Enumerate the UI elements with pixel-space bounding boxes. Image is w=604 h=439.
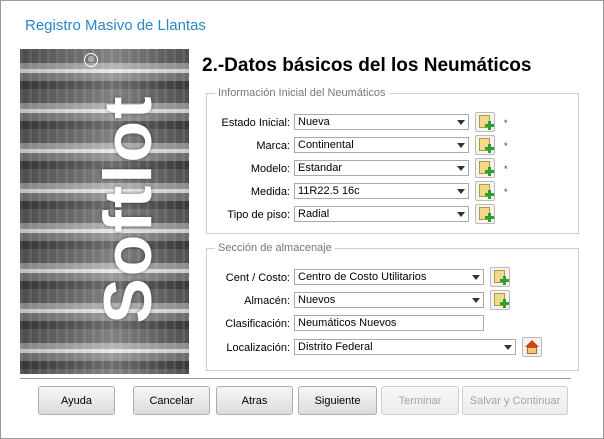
clasificacion-label: Clasificación: (225, 318, 290, 330)
localizacion-select[interactable]: Distrito Federal (294, 339, 516, 355)
estado-inicial-select[interactable]: Nueva (294, 114, 469, 130)
cent-costo-label: Cent / Costo: (225, 272, 290, 284)
registered-mark-icon: ® (84, 53, 98, 67)
window-title: Registro Masivo de Llantas (25, 17, 206, 34)
add-estado-inicial-button[interactable] (475, 112, 495, 132)
next-button[interactable]: Siguiente (298, 386, 377, 415)
add-almacen-button[interactable] (490, 290, 510, 310)
chevron-down-icon (457, 189, 465, 194)
tipo-piso-select[interactable]: Radial (294, 206, 469, 222)
plus-icon (485, 190, 494, 199)
footer-separator (20, 378, 571, 379)
add-tipo-piso-button[interactable] (475, 204, 495, 224)
chevron-down-icon (457, 143, 465, 148)
clasificacion-value: Neumáticos Nuevos (298, 317, 397, 329)
modelo-value: Estandar (298, 162, 343, 174)
cent-costo-value: Centro de Costo Utilitarios (298, 271, 427, 283)
medida-select[interactable]: 11R22.5 16c (294, 183, 469, 199)
almacen-select[interactable]: Nuevos (294, 292, 484, 308)
chevron-down-icon (504, 345, 512, 350)
save-continue-button[interactable]: Salvar y Continuar (462, 386, 568, 415)
cent-costo-select[interactable]: Centro de Costo Utilitarios (294, 269, 484, 285)
add-marca-button[interactable] (475, 135, 495, 155)
plus-icon (500, 276, 509, 285)
storage-legend: Sección de almacenaje (218, 242, 332, 254)
marca-value: Continental (298, 139, 354, 151)
chevron-down-icon (457, 166, 465, 171)
wizard-window: Registro Masivo de Llantas Softlot ® 2.-… (0, 0, 604, 439)
clasificacion-field[interactable]: Neumáticos Nuevos (294, 315, 484, 331)
localizacion-label: Localización: (226, 342, 290, 354)
almacen-label: Almacén: (244, 295, 290, 307)
localizacion-value: Distrito Federal (298, 341, 373, 353)
add-medida-button[interactable] (475, 181, 495, 201)
medida-label: Medida: (250, 186, 290, 198)
tipo-piso-label: Tipo de piso: (227, 209, 290, 221)
chevron-down-icon (472, 298, 480, 303)
marca-select[interactable]: Continental (294, 137, 469, 153)
location-home-button[interactable] (522, 337, 542, 357)
medida-value: 11R22.5 16c (298, 185, 360, 197)
softlot-logo: Softlot (90, 94, 166, 324)
add-modelo-button[interactable] (475, 158, 495, 178)
plus-icon (485, 121, 494, 130)
plus-icon (485, 144, 494, 153)
chevron-down-icon (457, 212, 465, 217)
marca-label: Marca: (256, 140, 290, 152)
plus-icon (485, 167, 494, 176)
plus-icon (500, 299, 509, 308)
chevron-down-icon (457, 120, 465, 125)
tipo-piso-value: Radial (298, 208, 330, 220)
chevron-down-icon (472, 275, 480, 280)
home-body (527, 347, 537, 354)
required-marker: * (504, 118, 508, 128)
cancel-button[interactable]: Cancelar (133, 386, 210, 415)
required-marker: * (504, 164, 508, 174)
required-marker: * (504, 187, 508, 197)
finish-button[interactable]: Terminar (381, 386, 459, 415)
initial-info-legend: Información Inicial del Neumáticos (218, 87, 386, 99)
estado-inicial-label: Estado Inicial: (221, 117, 290, 129)
almacen-value: Nuevos (298, 294, 336, 306)
required-marker: * (504, 141, 508, 151)
add-cent-costo-button[interactable] (490, 267, 510, 287)
logo-wrap: Softlot (78, 59, 178, 359)
plus-icon (485, 213, 494, 222)
back-button[interactable]: Atras (216, 386, 293, 415)
page-heading: 2.-Datos básicos del los Neumáticos (202, 55, 532, 76)
tire-logo-image: Softlot ® (20, 49, 189, 374)
help-button[interactable]: Ayuda (38, 386, 115, 415)
modelo-label: Modelo: (250, 163, 290, 175)
home-icon (525, 340, 539, 347)
estado-inicial-value: Nueva (298, 116, 330, 128)
modelo-select[interactable]: Estandar (294, 160, 469, 176)
